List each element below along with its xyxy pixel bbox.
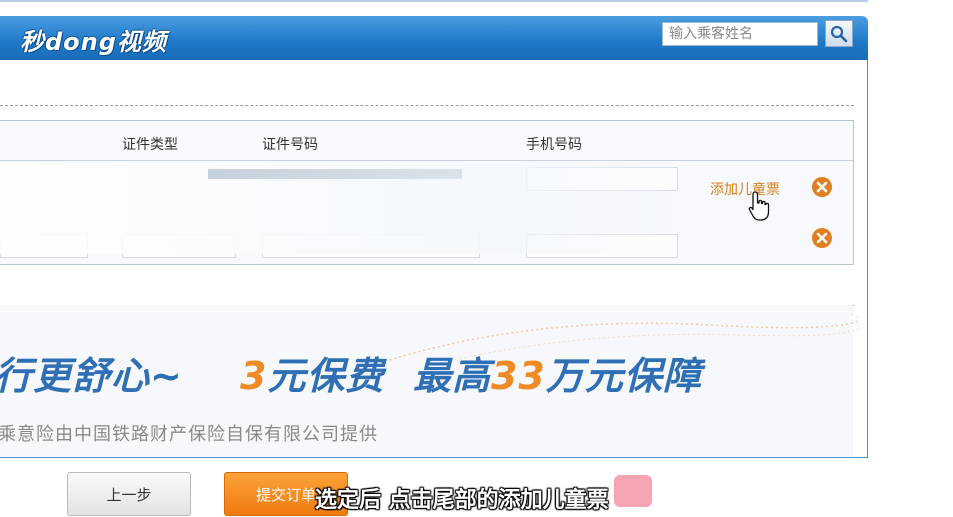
fee-amount: 3 xyxy=(240,354,268,398)
max-amount: 33 xyxy=(490,354,546,398)
header-bar: 秒dong视频 xyxy=(0,16,868,60)
passenger-table: 证件类型 证件号码 手机号码 添加儿童票 xyxy=(0,120,854,265)
banner-insurance-offer: 3元保费 最高33万元保障 xyxy=(240,345,702,400)
table-header-divider xyxy=(0,160,853,161)
video-subtitle: 选定后 点击尾部的添加儿童票 xyxy=(315,488,609,513)
column-header-phone: 手机号码 xyxy=(526,137,582,153)
search-button[interactable] xyxy=(825,20,853,47)
column-header-id-type: 证件类型 xyxy=(122,137,178,153)
max-prefix: 最高 xyxy=(412,354,491,398)
main-panel: 证件类型 证件号码 手机号码 添加儿童票 行更舒心~ 3元保费 最高33万元保障… xyxy=(0,60,868,458)
column-header-id-number: 证件号码 xyxy=(262,137,318,153)
top-rule xyxy=(0,0,868,2)
search-icon xyxy=(830,25,848,42)
logo: 秒dong视频 xyxy=(20,28,167,56)
passenger-search-input[interactable] xyxy=(662,22,818,46)
prev-step-button[interactable]: 上一步 xyxy=(67,472,191,516)
insurance-provider-text: 乘意险由中国铁路财产保险自保有限公司提供 xyxy=(0,424,378,445)
hand-cursor-icon xyxy=(748,191,770,221)
insurance-banner: 行更舒心~ 3元保费 最高33万元保障 乘意险由中国铁路财产保险自保有限公司提供 xyxy=(0,305,860,457)
watermark-badge xyxy=(614,475,652,507)
remove-passenger-icon-row1[interactable] xyxy=(811,176,833,198)
blurred-info-band xyxy=(208,169,462,179)
fee-text: 元保费 xyxy=(267,354,385,398)
banner-headline: 行更舒心~ xyxy=(0,354,183,398)
divider-dashed xyxy=(0,105,854,106)
max-suffix: 万元保障 xyxy=(545,354,702,398)
remove-passenger-icon-row2[interactable] xyxy=(811,227,833,249)
